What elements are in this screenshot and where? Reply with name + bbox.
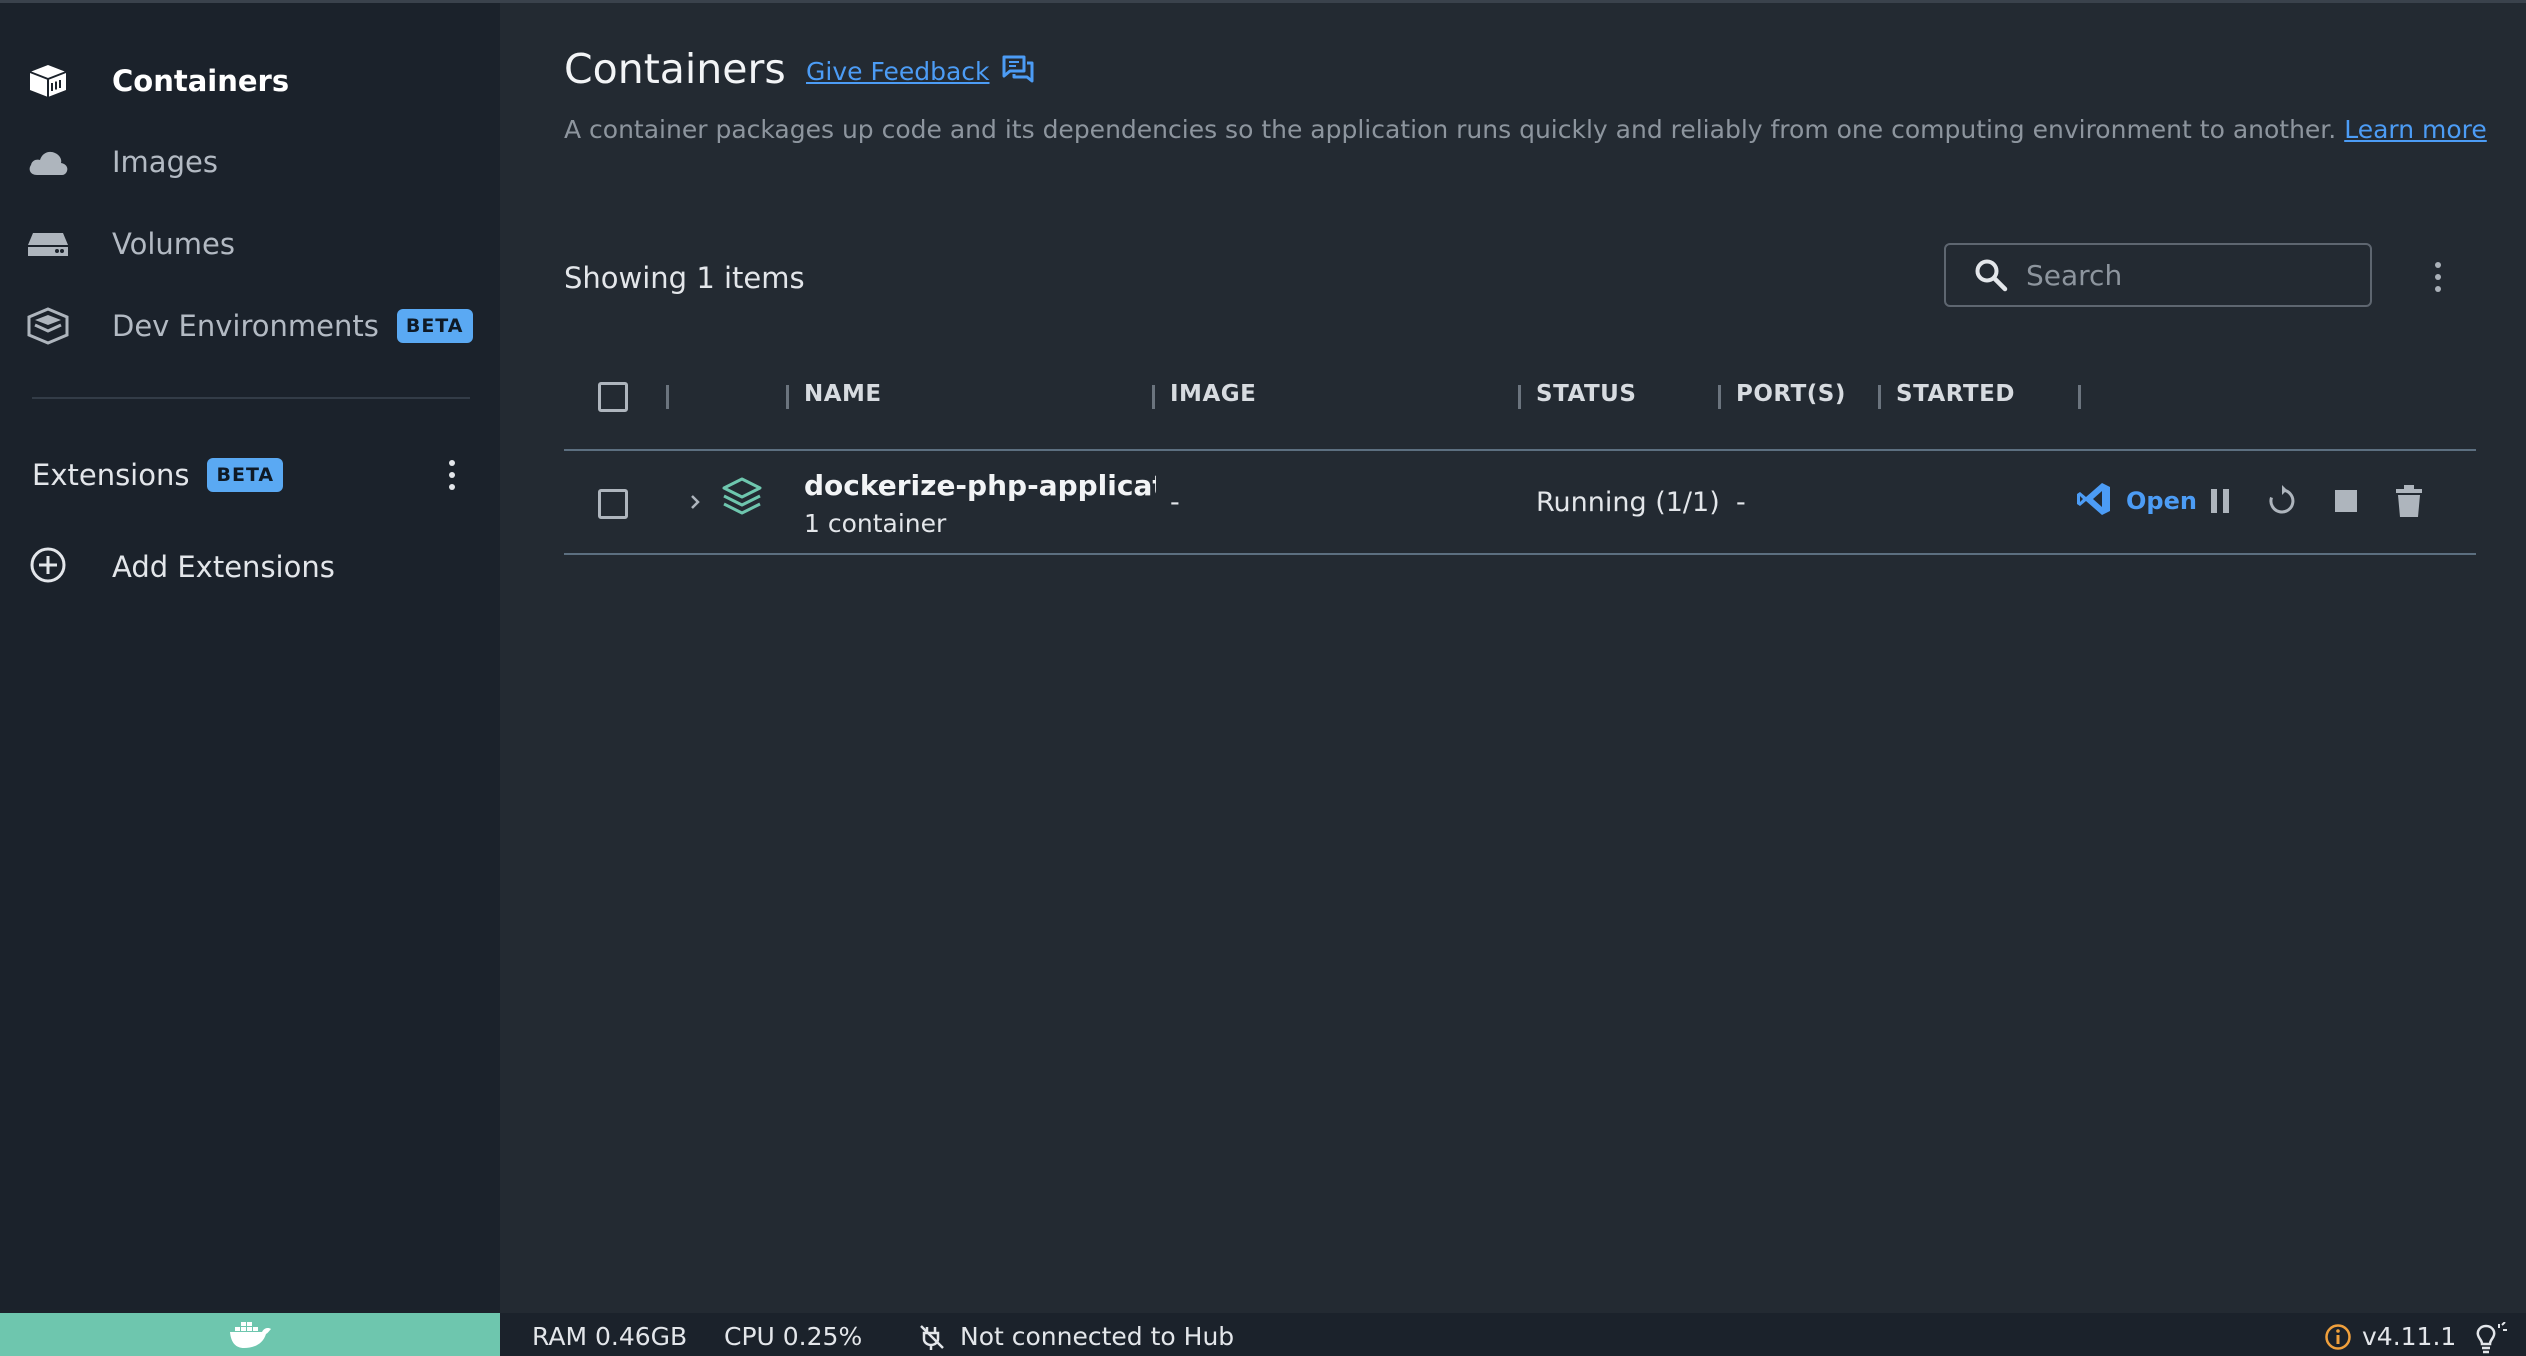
status-bar: RAM 0.46GB CPU 0.25% Not connected to Hu…: [0, 1313, 2526, 1356]
sidebar-item-containers[interactable]: Containers: [26, 53, 486, 109]
give-feedback-label: Give Feedback: [806, 56, 990, 86]
select-all-checkbox[interactable]: [598, 382, 628, 412]
container-icon: [26, 59, 70, 103]
plug-disconnected-icon: [918, 1323, 946, 1351]
row-checkbox[interactable]: [598, 489, 628, 519]
sidebar-item-label: Volumes: [112, 227, 235, 261]
description-text: A container packages up code and its dep…: [564, 115, 2337, 144]
beta-badge: BETA: [207, 458, 284, 492]
sidebar: Containers Images Volumes Dev Environmen…: [0, 3, 500, 1313]
pause-icon: [2207, 487, 2233, 519]
extensions-label: Extensions: [32, 458, 190, 492]
tips-button[interactable]: [2474, 1322, 2508, 1354]
container-status: Running (1/1): [1536, 487, 1720, 518]
search-field[interactable]: [1944, 243, 2372, 307]
vscode-icon: [2076, 481, 2112, 521]
cpu-usage: CPU 0.25%: [724, 1322, 863, 1351]
chevron-right-icon[interactable]: [688, 489, 704, 519]
hub-status-label: Not connected to Hub: [960, 1322, 1235, 1351]
container-ports: -: [1736, 487, 1746, 518]
main-content: Containers Give Feedback A container pac…: [500, 3, 2526, 1313]
sidebar-item-dev-environments[interactable]: Dev Environments BETA: [26, 298, 486, 354]
column-separator: [2078, 385, 2081, 409]
beta-badge: BETA: [396, 309, 473, 343]
sidebar-item-label: Images: [112, 145, 218, 179]
column-separator: [1152, 385, 1155, 409]
column-header-status[interactable]: STATUS: [1536, 381, 1636, 407]
plus-circle-icon: [28, 545, 68, 589]
restart-button[interactable]: [2264, 485, 2300, 521]
search-input[interactable]: [2026, 258, 2346, 292]
version-info[interactable]: v4.11.1: [2324, 1322, 2456, 1351]
column-header-image[interactable]: IMAGE: [1170, 381, 1256, 407]
column-separator: [1518, 385, 1521, 409]
page-description: A container packages up code and its dep…: [564, 115, 2487, 144]
sidebar-item-label: Dev Environments: [112, 309, 379, 343]
stop-icon: [2334, 489, 2358, 517]
feedback-icon: [1002, 55, 1034, 87]
stop-button[interactable]: [2328, 485, 2364, 521]
trash-icon: [2395, 485, 2423, 521]
page-title: Containers: [564, 45, 786, 93]
table-header: NAME IMAGE STATUS PORT(S) STARTED: [564, 363, 2476, 451]
container-name[interactable]: dockerize-php-applicatior: [804, 469, 1156, 502]
cloud-icon: [26, 140, 70, 184]
restart-icon: [2266, 485, 2298, 521]
table-row[interactable]: dockerize-php-applicatior 1 container - …: [564, 453, 2476, 555]
sidebar-item-images[interactable]: Images: [26, 134, 486, 190]
table-options-button[interactable]: [2418, 257, 2458, 297]
extensions-menu-button[interactable]: [432, 455, 472, 495]
column-header-started[interactable]: STARTED: [1896, 381, 2015, 407]
container-image: -: [1170, 487, 1180, 518]
learn-more-link[interactable]: Learn more: [2344, 115, 2487, 144]
sidebar-divider: [32, 397, 470, 399]
column-header-ports[interactable]: PORT(S): [1736, 381, 1846, 407]
version-label: v4.11.1: [2362, 1322, 2457, 1351]
add-extensions-label: Add Extensions: [112, 550, 335, 584]
open-in-vscode-button[interactable]: Open: [2076, 481, 2197, 521]
container-count: 1 container: [804, 509, 947, 538]
dev-env-icon: [26, 304, 70, 348]
volume-icon: [26, 222, 70, 266]
hub-connection-status[interactable]: Not connected to Hub: [918, 1322, 1234, 1351]
open-label: Open: [2126, 487, 2197, 515]
items-count: Showing 1 items: [564, 261, 805, 295]
sidebar-item-label: Containers: [112, 64, 290, 98]
docker-whale-button[interactable]: [0, 1313, 500, 1356]
search-icon: [1974, 258, 2008, 292]
pause-button[interactable]: [2202, 485, 2238, 521]
docker-whale-icon: [228, 1318, 272, 1354]
column-header-name[interactable]: NAME: [804, 381, 882, 407]
compose-stack-icon: [720, 475, 764, 523]
lightbulb-icon: [2474, 1322, 2508, 1354]
extensions-header: Extensions BETA: [32, 447, 472, 503]
delete-button[interactable]: [2391, 485, 2427, 521]
sidebar-item-volumes[interactable]: Volumes: [26, 216, 486, 272]
column-separator: [1878, 385, 1881, 409]
column-separator: [666, 385, 669, 409]
info-icon: [2324, 1323, 2352, 1351]
column-separator: [1718, 385, 1721, 409]
give-feedback-link[interactable]: Give Feedback: [806, 55, 1034, 87]
add-extensions-button[interactable]: Add Extensions: [28, 539, 335, 595]
column-separator: [786, 385, 789, 409]
ram-usage: RAM 0.46GB: [532, 1322, 688, 1351]
